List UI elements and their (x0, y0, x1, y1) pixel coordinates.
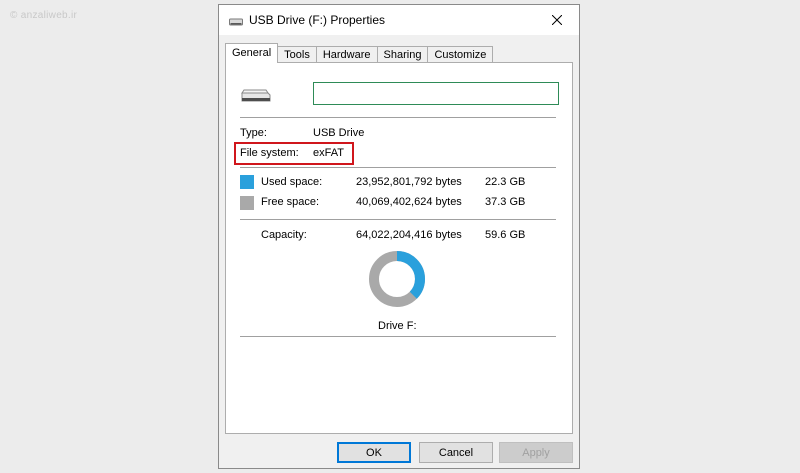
close-icon (552, 15, 562, 25)
capacity-label: Capacity: (261, 229, 307, 241)
used-space-label: Used space: (261, 176, 323, 188)
tab-customize[interactable]: Customize (427, 46, 494, 63)
cancel-button[interactable]: Cancel (419, 442, 493, 463)
file-system-label: File system: (240, 147, 299, 159)
properties-dialog: USB Drive (F:) Properties General Tools … (218, 4, 580, 469)
divider (240, 167, 556, 168)
general-panel: Type: USB Drive File system: exFAT Used … (225, 62, 573, 434)
tab-tools[interactable]: Tools (277, 46, 317, 63)
tab-hardware[interactable]: Hardware (315, 46, 378, 63)
apply-button[interactable]: Apply (499, 442, 573, 463)
capacity-bytes: 64,022,204,416 bytes (356, 229, 462, 241)
ok-button[interactable]: OK (337, 442, 411, 463)
file-system-value: exFAT (313, 147, 344, 159)
usb-drive-icon (229, 17, 243, 29)
divider (240, 219, 556, 220)
tab-general[interactable]: General (225, 43, 279, 63)
free-space-bytes: 40,069,402,624 bytes (356, 196, 462, 208)
used-space-bytes: 23,952,801,792 bytes (356, 176, 462, 188)
watermark: © anzaliweb.ir (10, 10, 78, 21)
used-space-swatch (240, 175, 254, 189)
capacity-gb: 59.6 GB (485, 229, 526, 241)
type-value: USB Drive (313, 127, 365, 139)
drive-name-input[interactable] (313, 82, 559, 105)
free-space-gb: 37.3 GB (485, 196, 526, 208)
usb-drive-icon (240, 89, 272, 106)
tab-sharing[interactable]: Sharing (376, 46, 429, 63)
title-bar[interactable]: USB Drive (F:) Properties (219, 5, 579, 35)
type-label: Type: (240, 127, 267, 139)
tab-strip: General Tools Hardware Sharing Customize (225, 43, 494, 63)
divider (240, 336, 556, 337)
close-button[interactable] (535, 5, 579, 35)
free-space-label: Free space: (261, 196, 320, 208)
usage-donut-chart (369, 251, 425, 307)
used-space-gb: 22.3 GB (485, 176, 526, 188)
window-title: USB Drive (F:) Properties (249, 13, 386, 27)
free-space-swatch (240, 196, 254, 210)
divider (240, 117, 556, 118)
drive-label: Drive F: (378, 320, 417, 332)
